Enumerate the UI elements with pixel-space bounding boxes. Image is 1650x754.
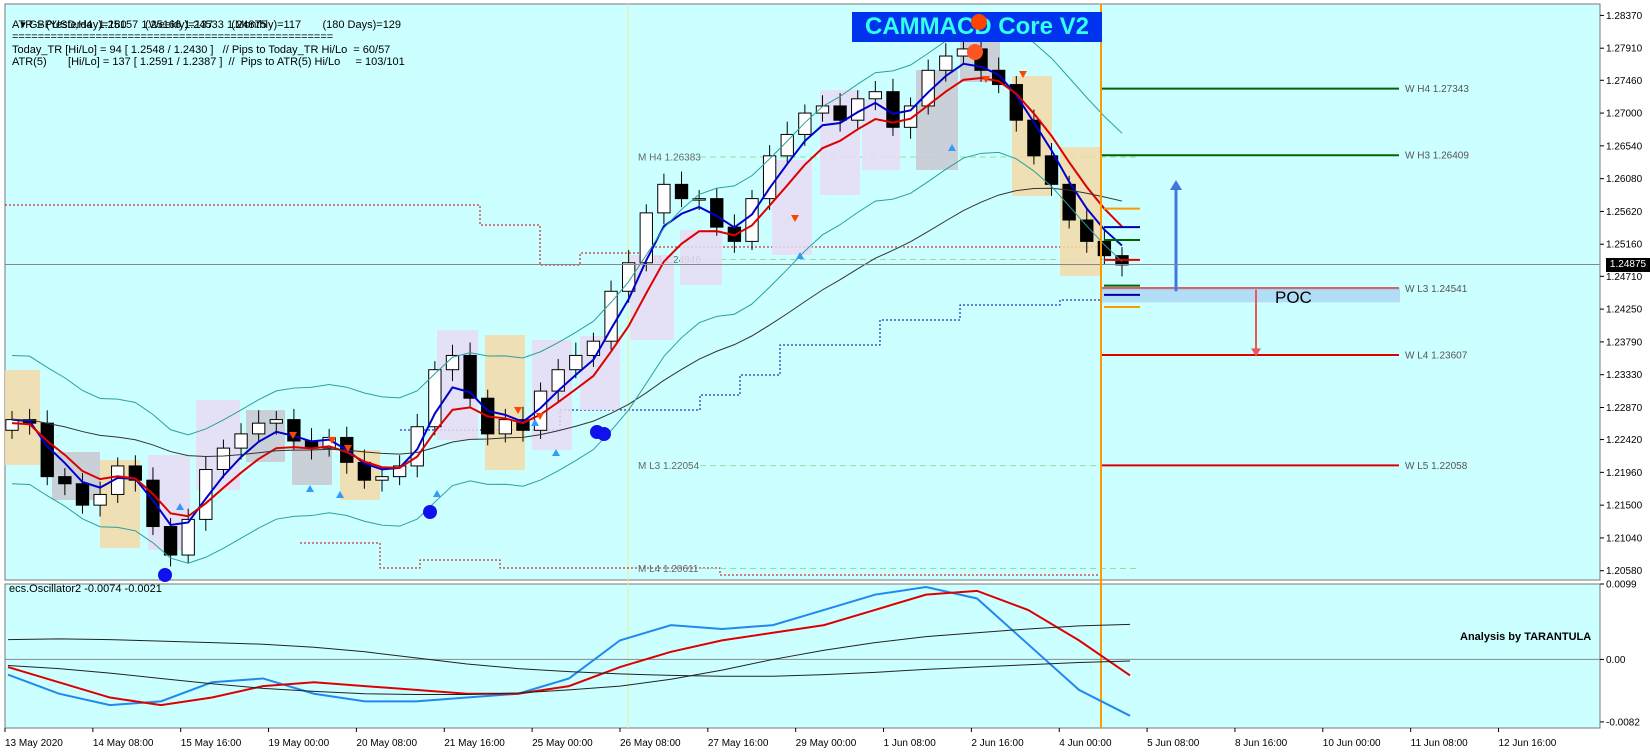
y-tick-label: 1.21960: [1606, 468, 1643, 479]
x-tick-label: 5 Jun 08:00: [1147, 738, 1200, 749]
y-tick-label: 1.26540: [1606, 141, 1643, 152]
y-tick-label: 1.25620: [1606, 207, 1643, 218]
candle: [234, 433, 248, 449]
candle: [252, 422, 266, 435]
poc-zone: [1101, 288, 1400, 303]
candle: [939, 55, 953, 71]
y-tick-label: 1.28370: [1606, 11, 1643, 22]
session-box: [680, 230, 722, 285]
candle: [569, 354, 583, 371]
weekly-pivot-label: W L3 1.24541: [1405, 284, 1468, 295]
monthly-pivot-label: M L4 1.20611: [638, 564, 699, 575]
x-tick-label: 19 May 00:00: [269, 738, 330, 749]
y-tick-label: 1.23790: [1606, 337, 1643, 348]
osc-y-tick-label: -0.0082: [1606, 717, 1640, 728]
y-tick-label: 1.24710: [1606, 272, 1643, 283]
candle: [269, 419, 283, 424]
candle: [216, 447, 231, 471]
weekly-pivot-label: W L5 1.22058: [1405, 461, 1468, 472]
x-tick-label: 15 May 16:00: [181, 738, 242, 749]
osc-y-tick-label: 0.00: [1606, 655, 1626, 666]
atr5-text: ATR(5) [Hi/Lo] = 137 [ 1.2591 / 1.2387 ]…: [12, 56, 405, 68]
y-tick-label: 1.21040: [1606, 533, 1643, 544]
candle: [163, 526, 178, 556]
signal-dot-icon: [158, 568, 172, 582]
candle: [181, 518, 195, 556]
x-tick-label: 21 May 16:00: [444, 738, 505, 749]
oscillator-panel: [4, 583, 1601, 729]
monthly-pivot-label: M L3 1.22054: [638, 461, 700, 472]
x-tick-label: 8 Jun 16:00: [1235, 738, 1288, 749]
candle: [498, 419, 512, 435]
weekly-pivot-label: W H4 1.27343: [1405, 84, 1469, 95]
x-tick-label: 10 Jun 00:00: [1323, 738, 1381, 749]
y-tick-label: 1.26080: [1606, 174, 1643, 185]
candle: [798, 112, 812, 135]
x-tick-label: 26 May 08:00: [620, 738, 681, 749]
y-tick-label: 1.24250: [1606, 305, 1643, 316]
monthly-pivot-label: M H4 1.26383: [638, 153, 701, 164]
current-price-tag: 1.24875: [1606, 257, 1650, 272]
candle: [93, 493, 107, 506]
candle: [833, 105, 847, 121]
x-tick-label: 4 Jun 00:00: [1059, 738, 1112, 749]
oscillator-label: ecs.Oscillator2 -0.0074 -0.0021: [9, 583, 162, 595]
x-tick-label: 27 May 16:00: [708, 738, 769, 749]
weekly-pivot-label: W L4 1.23607: [1405, 350, 1468, 361]
x-tick-label: 13 May 2020: [5, 738, 63, 749]
analysis-label: Analysis by TARANTULA: [1460, 631, 1592, 643]
x-tick-label: 12 Jun 16:00: [1499, 738, 1557, 749]
x-tick-label: 14 May 08:00: [93, 738, 154, 749]
price-chart: 1.28370 1.27910 1.27460 1.27000 1.26540 1.260…: [0, 0, 1650, 754]
x-tick-label: 11 Jun 08:00: [1411, 738, 1469, 749]
x-tick-label: 20 May 08:00: [356, 738, 417, 749]
candle: [75, 483, 90, 506]
candle: [5, 419, 19, 431]
y-tick-label: 1.20580: [1606, 566, 1643, 577]
signal-dot-icon: [423, 505, 437, 519]
y-tick-label: 1.22420: [1606, 435, 1643, 446]
candle: [762, 155, 777, 200]
x-tick-label: 25 May 00:00: [532, 738, 593, 749]
y-tick-label: 1.27000: [1606, 109, 1643, 120]
candle: [58, 476, 72, 485]
y-tick-label: 1.27910: [1606, 44, 1643, 55]
osc-y-tick-label: 0.0099: [1606, 580, 1637, 591]
poc-label: POC: [1275, 288, 1312, 307]
x-tick-label: 1 Jun 08:00: [884, 738, 937, 749]
x-tick-label: 29 May 00:00: [796, 738, 857, 749]
signal-dot-icon: [971, 14, 987, 30]
candle: [604, 290, 618, 342]
weekly-pivot-label: W H3 1.26409: [1405, 151, 1469, 162]
candle: [692, 198, 706, 201]
candle: [1044, 155, 1059, 185]
y-tick-label: 1.25160: [1606, 240, 1643, 251]
candle: [146, 479, 160, 528]
candle: [674, 183, 689, 200]
signal-dot-icon: [967, 44, 983, 60]
y-tick-label: 1.23330: [1606, 370, 1643, 381]
y-tick-label: 1.27460: [1606, 76, 1643, 87]
session-box: [630, 255, 674, 340]
x-tick-label: 2 Jun 16:00: [971, 738, 1024, 749]
trading-chart-window: 1.28370 1.27910 1.27460 1.27000 1.26540 1.260…: [0, 0, 1650, 754]
separator-text: ========================================…: [12, 31, 334, 43]
candle: [375, 476, 389, 481]
y-tick-label: 1.22870: [1606, 403, 1643, 414]
y-tick-label: 1.21500: [1606, 501, 1643, 512]
session-box: [772, 160, 812, 255]
candle: [1027, 119, 1041, 157]
session-box: [5, 370, 40, 465]
signal-dot-icon: [597, 427, 611, 441]
candle: [868, 91, 883, 100]
candle: [657, 183, 671, 214]
